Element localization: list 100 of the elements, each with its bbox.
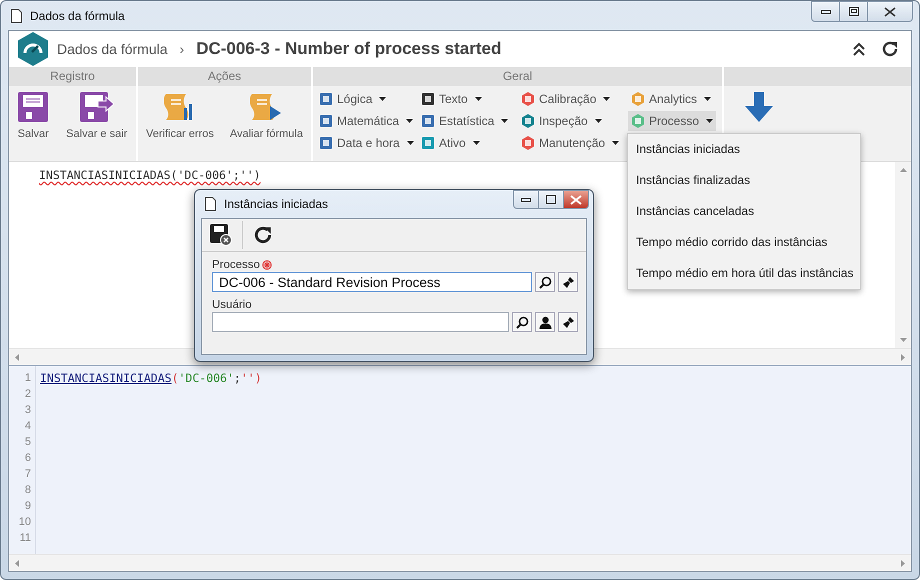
caret-icon [594,119,602,123]
scroll-left-icon[interactable] [15,560,19,566]
user-icon [538,316,552,328]
line-number: 11 [18,531,32,546]
ribbon-menu-button[interactable]: Texto [418,89,485,109]
scroll-left-icon[interactable] [15,354,19,360]
close-button[interactable] [564,190,589,209]
refresh-icon[interactable] [881,40,899,58]
ribbon-menu-button[interactable]: Calibração [518,89,614,109]
refresh-icon[interactable] [253,225,273,245]
clear-button[interactable] [558,272,578,292]
caret-icon [472,141,480,145]
brush-icon [562,316,574,328]
caret-icon [603,97,610,101]
breadcrumb-separator: › [180,41,184,57]
caret-icon [501,119,508,123]
search-button[interactable] [512,312,532,332]
category-icon [521,92,535,106]
caret-icon [474,97,482,101]
search-button[interactable] [535,272,555,292]
category-icon [319,92,333,106]
window-title: Dados da fórmula [30,8,125,22]
ribbon-menu-button[interactable]: Data e hora [316,133,417,153]
ribbon-menu-button[interactable]: Analytics [628,89,714,109]
line-number: 2 [24,387,32,402]
caret-icon [612,141,620,145]
line-number: 4 [24,419,32,434]
line-number: 9 [24,499,32,514]
field-label: Usuário [212,299,252,311]
scroll-right-icon[interactable] [901,560,905,566]
caret-icon [706,119,714,123]
document-icon [205,197,216,211]
maximize-icon [546,195,556,204]
code-line: INSTANCIASINICIADAS('DC-006';'') [40,371,262,385]
ribbon-menu-button[interactable]: Estatística [418,111,512,131]
ribbon-menu-button[interactable]: Matemática [316,111,416,131]
minimize-icon [521,198,531,202]
save-cancel-icon[interactable] [210,224,232,246]
floppy-disk-arrow-icon [80,92,114,122]
category-icon [631,92,645,106]
line-number: 6 [24,451,32,466]
ribbon-menu-button[interactable]: Ativo [418,133,483,153]
close-button[interactable] [868,1,913,22]
ribbon-menu-button[interactable]: Inspeção [518,111,605,131]
menu-item[interactable]: Instâncias iniciadas [628,134,860,165]
menu-item[interactable]: Tempo médio em hora útil das instâncias [628,258,860,289]
scroll-right-icon[interactable] [901,354,905,360]
ribbon-menu-button[interactable]: Processo [628,111,716,131]
ribbon-menu-button[interactable]: Manutenção [518,133,622,153]
minimize-button[interactable] [811,1,840,22]
dialog-title: Instâncias iniciadas [224,197,328,211]
formula-text: INSTANCIASINICIADAS('DC-006';'') [39,168,261,182]
line-number: 8 [24,483,32,498]
search-icon [538,276,552,288]
caret-icon [406,119,414,123]
scroll-up-icon[interactable] [900,168,906,172]
down-arrow-icon[interactable] [744,92,774,122]
close-icon [570,194,582,204]
caret-icon [379,97,386,101]
category-icon [421,114,435,128]
caret-icon [406,141,414,145]
category-icon [421,92,435,106]
category-icon [421,136,435,150]
group-header: Registro [9,67,136,86]
category-icon [521,114,535,128]
category-icon [521,136,535,150]
scroll-down-icon[interactable] [900,338,906,342]
caret-icon [704,97,712,101]
ribbon-button[interactable]: Salvar e sair [64,92,130,140]
maximize-button[interactable] [539,190,564,209]
text-field[interactable] [212,312,509,332]
collapse-icon[interactable] [853,42,865,56]
line-number: 10 [18,515,32,530]
field-label: Processo [212,259,260,271]
minimize-button[interactable] [513,190,539,209]
document-icon [11,8,22,22]
category-icon [319,114,333,128]
breadcrumb-link[interactable]: Dados da fórmula [57,41,168,57]
maximize-button[interactable] [840,1,868,22]
minimize-icon [820,10,830,14]
user-button[interactable] [535,312,555,332]
line-number: 1 [24,371,32,386]
ribbon-button[interactable]: Verificar erros [144,92,216,140]
ribbon-button[interactable]: Avaliar fórmula [228,92,305,140]
ribbon-menu-button[interactable]: Lógica [316,89,390,109]
ribbon-button[interactable]: Salvar [16,92,51,140]
menu-item[interactable]: Tempo médio corrido das instâncias [628,227,860,258]
clear-button[interactable] [558,312,578,332]
page-title: DC-006-3 - Number of process started [196,39,502,59]
menu-item[interactable]: Instâncias finalizadas [628,165,860,196]
search-icon [516,316,528,328]
scroll-play-icon [250,92,282,122]
text-field[interactable]: DC-006 - Standard Revision Process [212,272,532,292]
line-number: 5 [24,435,32,450]
close-icon [884,6,896,16]
menu-item[interactable]: Instâncias canceladas [628,196,860,227]
group-header: Geral [313,67,722,86]
category-icon [631,114,645,128]
brush-icon [562,276,574,288]
group-header: Ações [138,67,311,86]
